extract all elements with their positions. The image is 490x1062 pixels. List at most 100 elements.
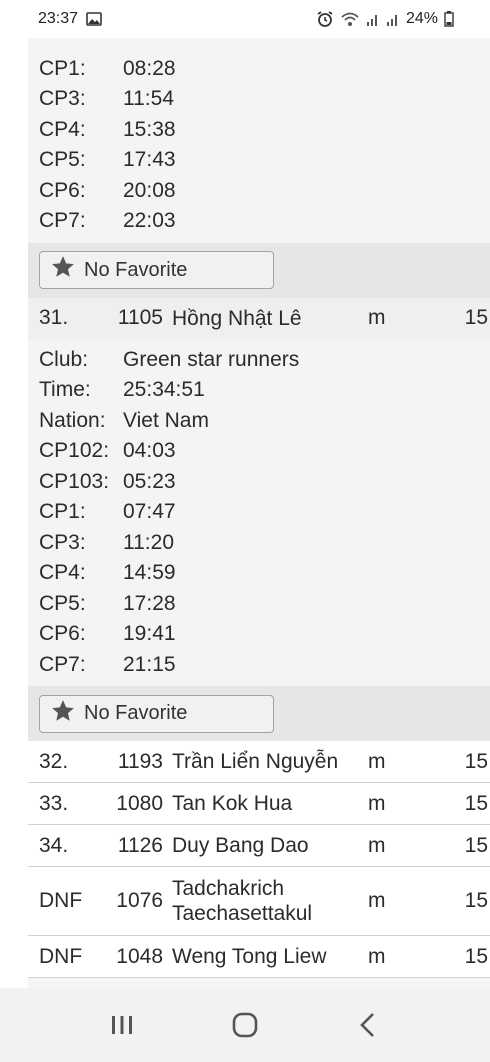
runner-row[interactable]: 33. 1080 Tan Kok Hua m 15 [28, 783, 490, 825]
detail-row: CP102: 04:03 [39, 436, 490, 467]
runner-name: Duy Bang Dao [172, 834, 309, 857]
detail-value: 17:28 [123, 591, 176, 615]
detail-label: CP1: [39, 56, 86, 80]
runner-place: 33. [39, 791, 69, 815]
star-icon [50, 698, 76, 730]
detail-row: CP1: 08:28 [39, 54, 490, 85]
detail-row: Club: Green star runners [39, 345, 490, 376]
runner-sex: m [368, 791, 386, 815]
runner-sex: m [368, 944, 386, 968]
runner-bib: 1126 [117, 833, 163, 857]
detail-row: Nation: Viet Nam [39, 406, 490, 437]
detail-value: 17:43 [123, 148, 176, 172]
detail-label: CP7: [39, 209, 86, 233]
runner-place: 32. [39, 749, 69, 773]
runner-detail: CP1: 08:28 CP3: 11:54 CP4: 15:38 CP5: 17… [28, 38, 490, 243]
runner-row-expanded[interactable]: 31. 1105 Hồng Nhật Lê m 15 [28, 297, 490, 339]
runner-sex: m [368, 749, 386, 773]
detail-label: Time: [39, 378, 91, 402]
runner-name: Hồng Nhật Lê [172, 306, 302, 330]
detail-row: CP6: 20:08 [39, 176, 490, 207]
detail-value: 07:47 [123, 500, 176, 524]
detail-row-clipped [39, 38, 490, 54]
detail-value: 19:41 [123, 622, 176, 646]
detail-value: Viet Nam [123, 408, 209, 432]
detail-label: CP1: [39, 500, 86, 524]
runner-name: Trần Liển Nguyễn [172, 750, 339, 773]
runner-row[interactable]: 34. 1126 Duy Bang Dao m 15 [28, 825, 490, 867]
detail-row: CP5: 17:28 [39, 589, 490, 620]
runner-category: 15 [464, 306, 488, 329]
signal-icon [366, 11, 380, 27]
runner-place: 34. [39, 833, 69, 857]
favorite-label: No Favorite [84, 702, 188, 724]
detail-value: 22:03 [123, 209, 176, 233]
runner-row[interactable]: DNF 1076 Tadchakrich Taechasettakul m 15 [28, 867, 490, 936]
back-icon[interactable] [343, 1000, 393, 1050]
favorite-row: No Favorite [28, 242, 490, 298]
detail-value: Green star runners [123, 347, 300, 371]
runner-name: Tan Kok Hua [172, 792, 293, 815]
home-icon[interactable] [220, 1000, 270, 1050]
favorite-label: No Favorite [84, 258, 188, 281]
runner-category: 15 [464, 833, 488, 857]
detail-label: CP4: [39, 117, 86, 141]
detail-value: 04:03 [123, 439, 176, 463]
detail-value: 15:38 [123, 117, 176, 141]
battery-icon [444, 11, 454, 27]
runner-name: Tadchakrich Taechasettakul [172, 877, 313, 925]
runner-category: 15 [464, 889, 488, 912]
favorite-button[interactable]: No Favorite [39, 694, 274, 733]
runner-sex: m [368, 833, 386, 857]
detail-value: 05:23 [123, 469, 176, 493]
detail-label: CP6: [39, 622, 86, 646]
runner-category: 15 [464, 791, 488, 815]
detail-label: Club: [39, 347, 89, 371]
detail-row: CP6: 19:41 [39, 619, 490, 650]
detail-row: CP7: 21:15 [39, 650, 490, 681]
favorite-row: No Favorite [28, 686, 490, 741]
runner-bib: 1076 [116, 889, 163, 912]
star-icon [50, 254, 76, 286]
runner-bib: 1193 [117, 749, 163, 773]
detail-row: CP3: 11:54 [39, 84, 490, 115]
detail-value: 25:34:51 [123, 378, 205, 402]
signal-icon [386, 11, 400, 27]
detail-label: CP5: [39, 591, 86, 615]
detail-row: CP7: 22:03 [39, 206, 490, 243]
runner-category: 15 [464, 944, 488, 968]
battery-percent: 24% [405, 10, 438, 27]
detail-label: Nation: [39, 408, 106, 432]
runner-name: Weng Tong Liew [172, 945, 327, 968]
runner-row[interactable]: DNF 1048 Weng Tong Liew m 15 [28, 936, 490, 978]
detail-label: CP3: [39, 87, 86, 111]
runner-bib: 1105 [117, 306, 163, 329]
runner-row[interactable]: 32. 1193 Trần Liển Nguyễn m 15 [28, 741, 490, 783]
results-list[interactable]: CP1: 08:28 CP3: 11:54 CP4: 15:38 CP5: 17… [28, 38, 490, 988]
detail-value: 14:59 [123, 561, 176, 585]
detail-row: CP103: 05:23 [39, 467, 490, 498]
runner-bib: 1080 [116, 791, 163, 815]
detail-row: Time: 25:34:51 [39, 375, 490, 406]
detail-row: CP4: 15:38 [39, 115, 490, 146]
detail-label: CP7: [39, 652, 86, 676]
detail-value: 20:08 [123, 178, 176, 202]
runner-sex: m [368, 306, 386, 329]
detail-label: CP6: [39, 178, 86, 202]
favorite-button[interactable]: No Favorite [39, 251, 274, 289]
runner-sex: m [368, 889, 386, 912]
detail-value: 11:20 [123, 530, 174, 554]
detail-label: CP4: [39, 561, 86, 585]
runner-bib: 1048 [116, 944, 163, 968]
detail-row: CP1: 07:47 [39, 497, 490, 528]
wifi-icon [340, 11, 360, 27]
runner-detail: Club: Green star runners Time: 25:34:51 … [28, 338, 490, 686]
detail-value: 08:28 [123, 56, 176, 80]
detail-row: CP3: 11:20 [39, 528, 490, 559]
detail-row: CP4: 14:59 [39, 558, 490, 589]
detail-value: 21:15 [123, 652, 176, 676]
detail-value: 11:54 [123, 87, 174, 111]
recent-apps-icon[interactable] [97, 1000, 147, 1050]
runner-place: DNF [39, 889, 83, 912]
detail-label: CP102: [39, 439, 110, 463]
